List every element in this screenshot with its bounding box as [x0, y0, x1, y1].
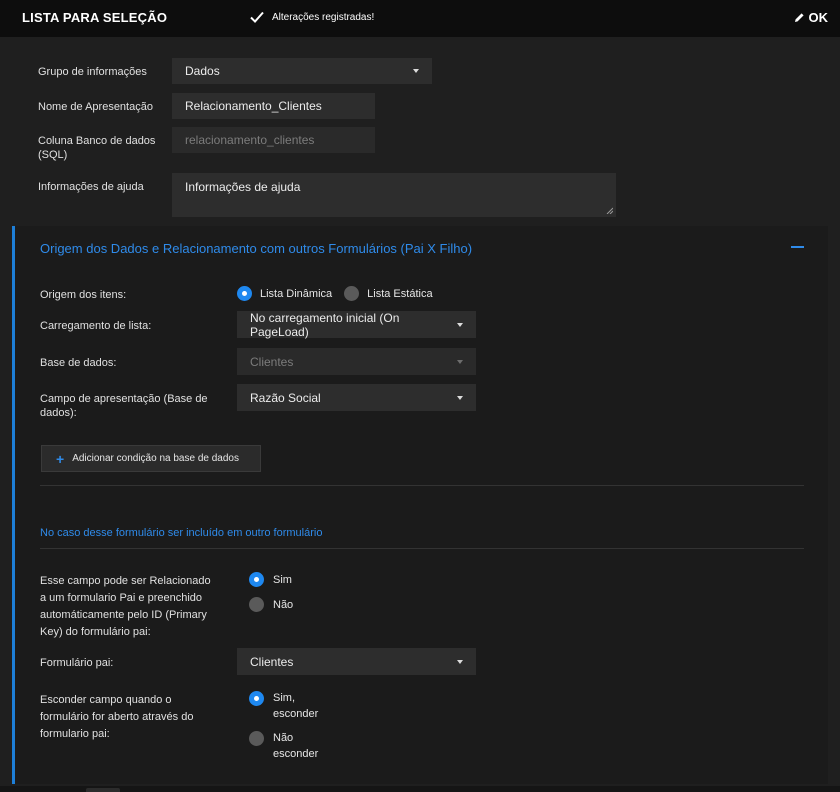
hide-label: Esconder campo quando o formulário for a… — [40, 692, 193, 743]
origin-dynamic-radio[interactable] — [237, 286, 252, 301]
relate-label-line3: automáticamente pelo ID (Primary — [40, 609, 207, 621]
hide-no-label-line2: esconder — [273, 748, 319, 760]
display-name-value: Relacionamento_Clientes — [185, 99, 322, 113]
hide-label-line2: formulário for aberto através do — [40, 711, 194, 723]
db-column-value: relacionamento_clientes — [185, 133, 315, 147]
hide-yes-label-line1: Sim, — [273, 692, 295, 704]
display-name-label: Nome de Apresentação — [38, 101, 153, 113]
ok-button-label: OK — [808, 10, 829, 25]
parent-form-select[interactable]: Clientes — [237, 648, 476, 675]
minus-icon[interactable] — [791, 246, 804, 248]
relate-no-label[interactable]: Não — [273, 598, 293, 612]
subsection-divider — [40, 548, 804, 549]
ok-button[interactable]: OK — [794, 10, 829, 25]
help-textarea[interactable]: Informações de ajuda — [172, 173, 616, 217]
group-select[interactable]: Dados — [172, 58, 432, 84]
page-title: LISTA PARA SELEÇÃO — [22, 10, 168, 25]
display-field-select[interactable]: Razão Social — [237, 384, 476, 411]
parent-form-label: Formulário pai: — [40, 657, 114, 669]
help-label: Informações de ajuda — [38, 181, 144, 193]
save-status-text: Alterações registradas! — [272, 11, 375, 23]
hide-no-option[interactable]: Não esconder — [249, 731, 318, 762]
relate-yes-option[interactable]: Sim — [249, 572, 292, 587]
hide-yes-option[interactable]: Sim, esconder — [249, 691, 318, 722]
hide-yes-radio[interactable] — [249, 691, 264, 706]
group-select-value: Dados — [185, 64, 220, 78]
display-field-select-value: Razão Social — [250, 390, 321, 405]
chevron-down-icon — [457, 359, 463, 364]
relate-yes-radio[interactable] — [249, 572, 264, 587]
display-name-input[interactable]: Relacionamento_Clientes — [172, 93, 375, 119]
resize-grip-icon[interactable] — [606, 207, 613, 214]
display-field-label-line2: dados): — [40, 407, 77, 419]
origin-label: Origem dos itens: — [40, 289, 127, 301]
bottom-strip — [0, 786, 840, 792]
group-label: Grupo de informações — [38, 66, 147, 78]
bottom-tab[interactable] — [86, 788, 120, 792]
save-status: Alterações registradas! — [250, 11, 374, 23]
add-condition-label: Adicionar condição na base de dados — [72, 453, 239, 464]
chevron-down-icon — [457, 659, 463, 664]
chevron-down-icon — [413, 69, 419, 73]
relate-yes-label[interactable]: Sim — [273, 573, 292, 587]
relate-no-radio[interactable] — [249, 597, 264, 612]
db-column-label: Coluna Banco de dados (SQL) — [38, 134, 155, 162]
origin-static-radio[interactable] — [344, 286, 360, 301]
loading-select[interactable]: No carregamento inicial (On PageLoad) — [237, 310, 476, 339]
parent-form-select-value: Clientes — [250, 654, 294, 669]
chevron-down-icon — [457, 395, 463, 400]
database-select-value: Clientes — [250, 354, 294, 369]
relate-no-option[interactable]: Não — [249, 597, 293, 612]
relate-label-line2: a um formulario Pai e preenchido — [40, 592, 203, 604]
db-column-input: relacionamento_clientes — [172, 127, 375, 153]
hide-label-line3: formulario pai: — [40, 728, 110, 740]
section-divider — [40, 485, 804, 486]
db-column-label-line2: (SQL) — [38, 149, 68, 161]
relate-label-line4: Key) do formulário pai: — [40, 626, 151, 638]
subsection-title: No caso desse formulário ser incluído em… — [40, 527, 323, 539]
relate-label-line1: Esse campo pode ser Relacionado — [40, 575, 211, 587]
chevron-down-icon — [457, 322, 463, 327]
hide-yes-label-line2: esconder — [273, 708, 319, 720]
origin-radio-group: Lista Dinâmica Lista Estática — [237, 286, 433, 301]
display-field-label-line1: Campo de apresentação (Base de — [40, 393, 208, 405]
section-title[interactable]: Origem dos Dados e Relacionamento com ou… — [40, 241, 472, 256]
relate-label: Esse campo pode ser Relacionado a um for… — [40, 573, 211, 641]
hide-no-radio[interactable] — [249, 731, 264, 746]
hide-no-label[interactable]: Não esconder — [273, 730, 318, 762]
check-icon — [250, 11, 264, 23]
pencil-icon — [794, 13, 804, 22]
add-condition-button[interactable]: + Adicionar condição na base de dados — [41, 445, 261, 472]
help-textarea-value: Informações de ajuda — [185, 180, 301, 194]
display-field-label: Campo de apresentação (Base de dados): — [40, 392, 208, 420]
origin-dynamic-label[interactable]: Lista Dinâmica — [260, 287, 332, 301]
plus-icon: + — [56, 450, 65, 467]
loading-select-value: No carregamento inicial (On PageLoad) — [250, 310, 400, 339]
db-column-label-line1: Coluna Banco de dados — [38, 135, 156, 147]
database-label: Base de dados: — [40, 357, 117, 369]
loading-label: Carregamento de lista: — [40, 320, 152, 332]
origin-static-label[interactable]: Lista Estática — [367, 287, 432, 301]
hide-no-label-line1: Não — [273, 732, 294, 744]
hide-label-line1: Esconder campo quando o — [40, 694, 172, 706]
hide-yes-label[interactable]: Sim, esconder — [273, 690, 318, 722]
database-select: Clientes — [237, 348, 476, 375]
